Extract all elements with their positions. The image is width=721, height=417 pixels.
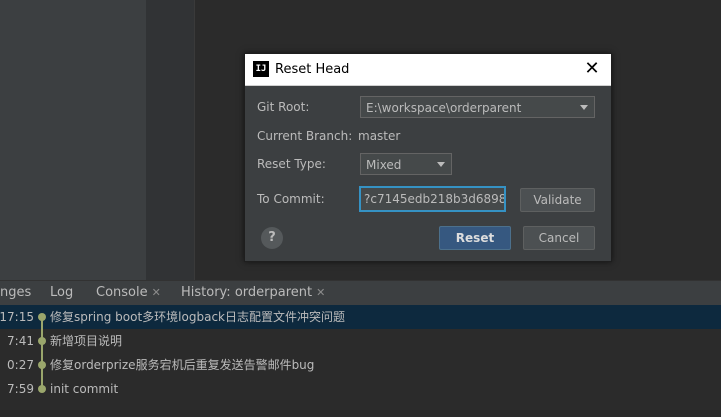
reset-head-dialog: IJ Reset Head ✕ Git Root: E:\workspace\o… xyxy=(244,53,612,262)
project-panel xyxy=(0,0,146,280)
dialog-titlebar[interactable]: IJ Reset Head ✕ xyxy=(245,54,611,86)
help-icon[interactable]: ? xyxy=(261,227,283,249)
validate-button[interactable]: Validate xyxy=(520,188,595,212)
list-item[interactable]: 17:15 修复spring boot多环境logback日志配置文件冲突问题 xyxy=(0,305,721,329)
close-icon[interactable]: ✕ xyxy=(583,60,601,78)
tab-history[interactable]: History: orderparent ✕ xyxy=(181,281,325,305)
commit-time: 17:15 xyxy=(0,310,34,324)
tab-console[interactable]: Console ✕ xyxy=(96,281,161,305)
reset-button[interactable]: Reset xyxy=(439,226,511,250)
commit-message: init commit xyxy=(50,382,119,396)
close-icon[interactable]: ✕ xyxy=(152,286,161,299)
git-root-value: E:\workspace\orderparent xyxy=(366,101,522,115)
tab-log[interactable]: Log xyxy=(50,281,73,305)
commit-time: 0:27 xyxy=(7,358,34,372)
intellij-logo-icon: IJ xyxy=(253,61,269,77)
commit-message: 修复orderprize服务宕机后重复发送告警邮件bug xyxy=(50,358,315,372)
reset-type-label: Reset Type: xyxy=(257,157,326,171)
tab-label: Console xyxy=(96,285,148,300)
git-root-select[interactable]: E:\workspace\orderparent xyxy=(360,96,595,118)
tab-changes[interactable]: nges xyxy=(0,281,31,305)
current-branch-value: master xyxy=(358,129,401,143)
cancel-button[interactable]: Cancel xyxy=(523,226,595,250)
gutter-panel xyxy=(146,0,195,280)
tool-window-tabbar: nges Log Console ✕ History: orderparent ✕ xyxy=(0,280,721,306)
git-root-label: Git Root: xyxy=(257,100,310,114)
current-branch-label: Current Branch: xyxy=(257,129,353,143)
list-item[interactable]: 7:41 新增项目说明 xyxy=(0,329,721,353)
chevron-down-icon xyxy=(580,105,588,110)
commit-time: 7:41 xyxy=(7,334,34,348)
commit-message: 新增项目说明 xyxy=(50,334,123,348)
tab-label: History: orderparent xyxy=(181,285,313,300)
commit-graph-line xyxy=(41,317,43,389)
commit-message: 修复spring boot多环境logback日志配置文件冲突问题 xyxy=(50,310,345,324)
tab-label: Log xyxy=(50,285,74,300)
to-commit-input[interactable]: ?c7145edb218b3d6898 xyxy=(360,187,505,211)
list-item[interactable]: 7:59 init commit xyxy=(0,377,721,401)
reset-type-value: Mixed xyxy=(366,158,402,172)
commit-time: 7:59 xyxy=(7,382,34,396)
close-icon[interactable]: ✕ xyxy=(316,286,325,299)
list-item[interactable]: 0:27 修复orderprize服务宕机后重复发送告警邮件bug xyxy=(0,353,721,377)
reset-type-select[interactable]: Mixed xyxy=(360,153,452,175)
chevron-down-icon xyxy=(437,162,445,167)
dialog-title: Reset Head xyxy=(275,62,350,77)
to-commit-label: To Commit: xyxy=(257,192,325,206)
tab-label: nges xyxy=(0,285,32,300)
